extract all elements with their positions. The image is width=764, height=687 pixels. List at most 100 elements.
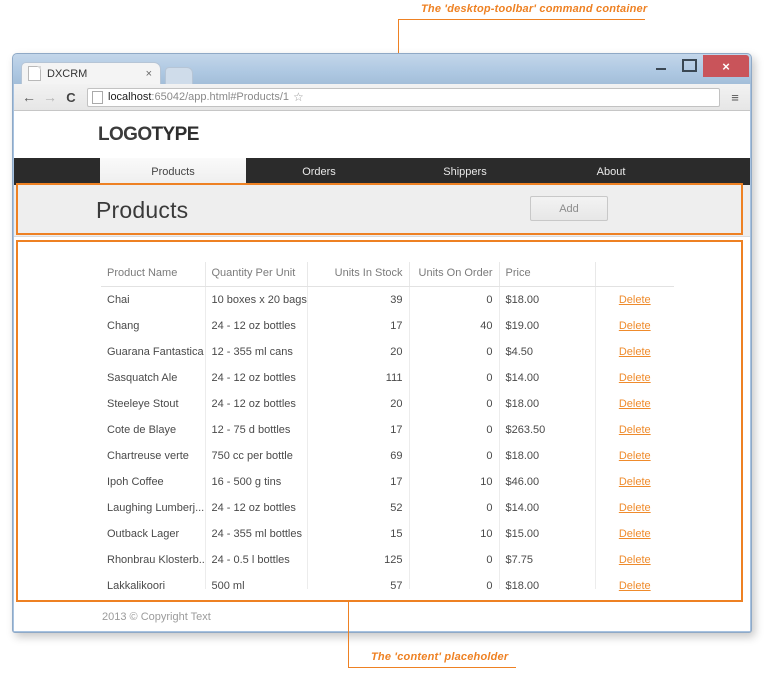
cell-name: Chai: [101, 286, 206, 313]
cell-stock: 69: [307, 443, 410, 469]
table-row[interactable]: Chai 10 boxes x 20 bags 39 0 $18.00 Delete: [101, 286, 674, 314]
cell-qty: 24 - 12 oz bottles: [205, 313, 308, 339]
table-row[interactable]: Cote de Blaye 12 - 75 d bottles 17 0 $263.50…: [101, 417, 674, 443]
cell-actions: Delete: [595, 521, 674, 547]
bookmark-star-icon[interactable]: ☆: [293, 90, 304, 104]
cell-order: 0: [409, 391, 500, 417]
reload-icon[interactable]: C: [62, 90, 80, 105]
cell-qty: 750 cc per bottle: [205, 443, 308, 469]
cell-actions: Delete: [595, 365, 674, 391]
products-table-head: Product Name Quantity Per Unit Units In …: [101, 262, 674, 287]
cell-stock: 17: [307, 313, 410, 339]
table-row[interactable]: Rhonbrau Klosterb... 24 - 0.5 l bottles 12…: [101, 547, 674, 573]
cell-price: $19.00: [499, 313, 596, 339]
cell-order: 0: [409, 339, 500, 365]
delete-link[interactable]: Delete: [619, 320, 651, 332]
forward-arrow-icon[interactable]: →: [41, 89, 59, 105]
column-header-product-name[interactable]: Product Name: [101, 262, 206, 287]
delete-link[interactable]: Delete: [619, 294, 651, 306]
column-header-units-in-stock[interactable]: Units In Stock: [307, 262, 410, 287]
desktop-toolbar: Products Add: [14, 185, 750, 237]
browser-window: × DXCRM × ← → C localhost:65042/app.html…: [12, 53, 752, 633]
cell-price: $18.00: [499, 443, 596, 469]
cell-order: 10: [409, 469, 500, 495]
table-row[interactable]: Ipoh Coffee 16 - 500 g tins 17 10 $46.00 Dele…: [101, 469, 674, 495]
logotype: LOGOTYPE: [98, 124, 199, 146]
delete-link[interactable]: Delete: [619, 424, 651, 436]
products-table: Product Name Quantity Per Unit Units In …: [101, 262, 674, 599]
delete-link[interactable]: Delete: [619, 346, 651, 358]
cell-order: 0: [409, 547, 500, 573]
cell-name: Rhonbrau Klosterb...: [101, 547, 206, 573]
column-header-actions: [595, 262, 674, 287]
delete-link[interactable]: Delete: [619, 398, 651, 410]
nav-item-orders-label: Orders: [302, 165, 336, 178]
cell-actions: Delete: [595, 313, 674, 339]
hamburger-menu-icon[interactable]: ≡: [726, 91, 744, 104]
products-table-body: Chai 10 boxes x 20 bags 39 0 $18.00 Delete Cha…: [101, 286, 674, 599]
page-favicon-icon: [28, 66, 41, 81]
cell-actions: Delete: [595, 495, 674, 521]
cell-qty: 24 - 12 oz bottles: [205, 365, 308, 391]
nav-item-shippers-label: Shippers: [443, 165, 487, 178]
cell-stock: 20: [307, 339, 410, 365]
cell-price: $46.00: [499, 469, 596, 495]
cell-qty: 24 - 12 oz bottles: [205, 391, 308, 417]
table-row[interactable]: Steeleye Stout 24 - 12 oz bottles 20 0 $18.0…: [101, 391, 674, 417]
nav-item-about[interactable]: About: [538, 158, 684, 185]
nav-item-orders[interactable]: Orders: [246, 158, 392, 185]
cell-price: $15.00: [499, 521, 596, 547]
column-header-quantity-per-unit[interactable]: Quantity Per Unit: [205, 262, 308, 287]
address-bar[interactable]: localhost:65042/app.html#Products/1 ☆: [87, 87, 720, 107]
back-arrow-icon[interactable]: ←: [20, 89, 38, 105]
address-bar-host: localhost: [108, 91, 152, 103]
page-viewport: LOGOTYPE Products Orders Shippers About …: [14, 111, 750, 631]
cell-stock: 20: [307, 391, 410, 417]
table-row[interactable]: Outback Lager 24 - 355 ml bottles 15 10 $15.…: [101, 521, 674, 547]
annotation-bottom-leader-line: [348, 601, 349, 667]
table-row[interactable]: Guarana Fantastica 12 - 355 ml cans 20 0 $4.…: [101, 339, 674, 365]
delete-link[interactable]: Delete: [619, 450, 651, 462]
table-row[interactable]: Sasquatch Ale 24 - 12 oz bottles 111 0 $14.0…: [101, 365, 674, 391]
cell-qty: 10 boxes x 20 bags: [205, 286, 308, 313]
delete-link[interactable]: Delete: [619, 528, 651, 540]
cell-order: 0: [409, 417, 500, 443]
cell-order: 0: [409, 495, 500, 521]
delete-link[interactable]: Delete: [619, 502, 651, 514]
cell-qty: 24 - 12 oz bottles: [205, 495, 308, 521]
browser-tab-dxcrm[interactable]: DXCRM ×: [21, 62, 161, 84]
nav-item-products[interactable]: Products: [100, 158, 246, 185]
annotation-bottom-underline: [348, 667, 516, 668]
cell-order: 10: [409, 521, 500, 547]
column-header-price[interactable]: Price: [499, 262, 596, 287]
add-button[interactable]: Add: [530, 196, 608, 221]
cell-stock: 52: [307, 495, 410, 521]
delete-link[interactable]: Delete: [619, 580, 651, 592]
new-tab-button[interactable]: [165, 67, 193, 85]
table-row[interactable]: Chang 24 - 12 oz bottles 17 40 $19.00 Delete: [101, 313, 674, 339]
close-icon[interactable]: ×: [144, 68, 154, 80]
cell-actions: Delete: [595, 469, 674, 495]
delete-link[interactable]: Delete: [619, 372, 651, 384]
cell-actions: Delete: [595, 339, 674, 365]
nav-item-shippers[interactable]: Shippers: [392, 158, 538, 185]
cell-actions: Delete: [595, 443, 674, 469]
cell-qty: 24 - 0.5 l bottles: [205, 547, 308, 573]
cell-actions: Delete: [595, 287, 674, 314]
table-row[interactable]: Laughing Lumberj... 24 - 12 oz bottles 52 0…: [101, 495, 674, 521]
cell-stock: 15: [307, 521, 410, 547]
table-header-row: Product Name Quantity Per Unit Units In …: [101, 262, 674, 287]
nav-item-products-label: Products: [151, 165, 195, 178]
delete-link[interactable]: Delete: [619, 476, 651, 488]
copyright-text: 2013 © Copyright Text: [102, 610, 211, 623]
delete-link[interactable]: Delete: [619, 554, 651, 566]
cell-actions: Delete: [595, 547, 674, 573]
browser-tab-title: DXCRM: [47, 67, 88, 80]
nav-item-about-label: About: [596, 165, 626, 178]
column-header-units-on-order[interactable]: Units On Order: [409, 262, 500, 287]
annotation-bottom-label: The 'content' placeholder: [371, 651, 509, 663]
cell-actions: Delete: [595, 391, 674, 417]
cell-stock: 17: [307, 469, 410, 495]
table-row[interactable]: Chartreuse verte 750 cc per bottle 69 0 $18.…: [101, 443, 674, 469]
cell-name: Cote de Blaye: [101, 417, 206, 443]
